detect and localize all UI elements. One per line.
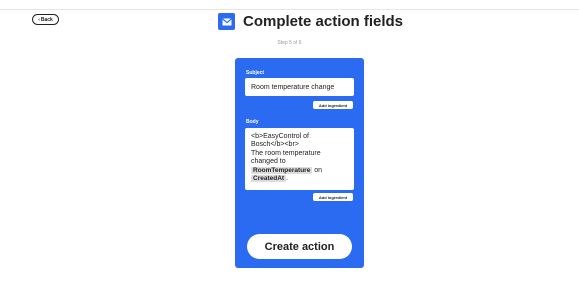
- add-ingredient-button-body[interactable]: Add ingredient: [313, 193, 353, 201]
- action-fields-card: Subject Room temperature change Add ingr…: [235, 58, 364, 268]
- top-divider: [0, 9, 579, 10]
- back-label: Back: [40, 16, 53, 23]
- page-header: Complete action fields: [218, 13, 403, 30]
- body-label: Body: [246, 119, 259, 125]
- add-ingredient-button-subject[interactable]: Add ingredient: [313, 101, 353, 109]
- subject-value: Room temperature change: [251, 83, 335, 91]
- body-text-end: .: [286, 175, 289, 183]
- subject-label: Subject: [246, 70, 265, 76]
- mail-icon: [218, 13, 235, 30]
- body-text-line: The room temperature: [251, 149, 321, 157]
- body-text-line: RoomTemperature on: [251, 166, 348, 175]
- create-action-button[interactable]: Create action: [247, 234, 352, 259]
- body-text-line: Bosch</b><br>: [251, 141, 299, 149]
- ingredient-chip-created-at[interactable]: CreatedAt: [251, 175, 287, 183]
- subject-field[interactable]: Room temperature change: [245, 78, 354, 96]
- body-text-line: <b>EasyControl of: [251, 133, 309, 140]
- body-field[interactable]: <b>EasyControl of Bosch</b><br> The room…: [245, 128, 354, 190]
- step-indicator: Step 5 of 6: [277, 40, 302, 46]
- body-text-line: changed to: [251, 158, 286, 166]
- chevron-left-icon: ‹: [38, 16, 40, 23]
- page-title: Complete action fields: [243, 13, 404, 30]
- ingredient-chip-room-temperature[interactable]: RoomTemperature: [251, 166, 313, 174]
- body-text-line: CreatedAt.: [251, 175, 348, 183]
- back-button[interactable]: ‹ Back: [32, 14, 59, 25]
- body-text-on: on: [314, 166, 323, 174]
